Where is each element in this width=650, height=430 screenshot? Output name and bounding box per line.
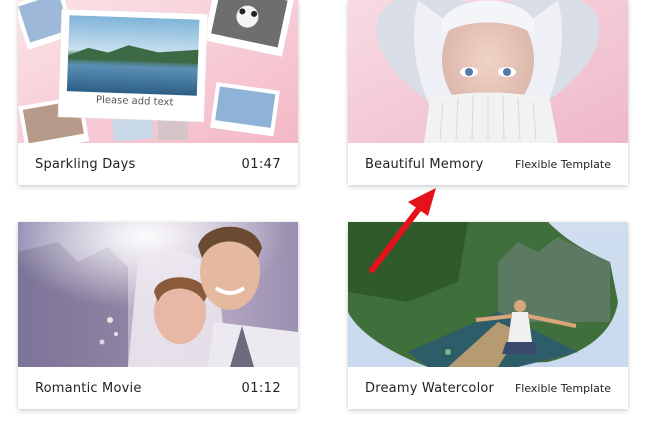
template-title: Sparkling Days (35, 156, 136, 172)
template-duration: 01:47 (241, 156, 281, 172)
template-thumbnail[interactable] (348, 0, 628, 143)
template-card-romantic-movie[interactable]: Romantic Movie 01:12 (18, 222, 298, 409)
template-title: Dreamy Watercolor (365, 380, 495, 396)
template-card-sparkling-days[interactable]: Please add text Sparkling Days 01:47 (18, 0, 298, 185)
template-card-dreamy-watercolor[interactable]: Dreamy Watercolor Flexible Template (348, 222, 628, 409)
template-title: Beautiful Memory (365, 156, 484, 172)
template-type-label: Flexible Template (514, 157, 611, 171)
template-thumbnail[interactable] (348, 222, 628, 367)
template-thumbnail[interactable] (18, 222, 298, 367)
template-card-beautiful-memory[interactable]: Beautiful Memory Flexible Template (348, 0, 628, 185)
template-type-label: Flexible Template (514, 381, 611, 395)
template-duration: 01:12 (241, 380, 281, 396)
template-title: Romantic Movie (35, 380, 142, 396)
template-thumbnail[interactable]: Please add text (18, 0, 298, 143)
